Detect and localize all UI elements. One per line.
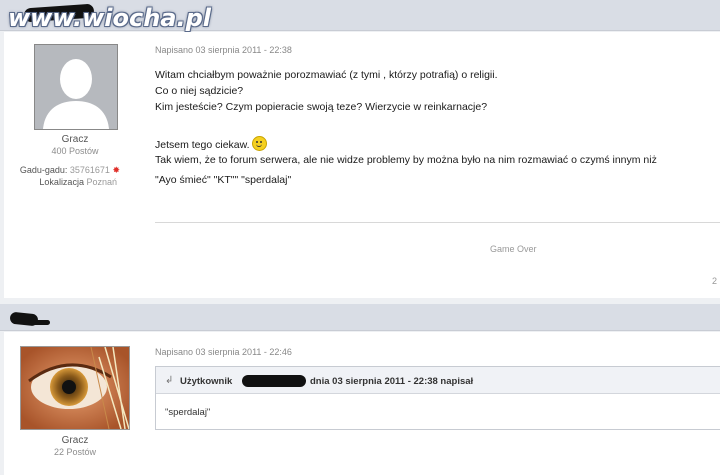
censored-username-scribble bbox=[242, 375, 306, 387]
gadu-label: Gadu-gadu: bbox=[19, 165, 68, 175]
gadu-gadu-info: Gadu-gadu: 35761671 ✸ bbox=[4, 165, 120, 176]
edge-mark: 2 bbox=[712, 276, 718, 286]
eye-image bbox=[21, 347, 129, 429]
post-text-line-with-smiley: Jetsem tego ciekaw. bbox=[155, 136, 268, 153]
location-info: Lokalizacja Poznań bbox=[4, 177, 117, 187]
post-text-line: Kim jesteście? Czym popieracie swoją tez… bbox=[155, 101, 488, 113]
location-label: Lokalizacja bbox=[39, 177, 84, 187]
online-status-icon: ✸ bbox=[112, 165, 120, 175]
smiley-icon bbox=[252, 136, 268, 151]
post-text-line: Co o niej sądzicie? bbox=[155, 85, 244, 97]
quote-meta: dnia 03 sierpnia 2011 - 22:38 napisał bbox=[310, 376, 474, 387]
post-count: 400 Postów bbox=[51, 146, 99, 156]
post-text-line: Tak wiem, że to forum serwera, ale nie w… bbox=[155, 154, 657, 166]
quote-text: "sperdalaj" bbox=[165, 407, 211, 418]
post-count: 22 Postów bbox=[53, 447, 97, 457]
location-value: Poznań bbox=[86, 177, 117, 187]
gadu-value: 35761671 bbox=[69, 165, 110, 175]
quote-user-label: Użytkownik bbox=[180, 376, 233, 387]
post-text-line: "Ayo śmieć" "KT"" "sperdalaj" bbox=[155, 174, 292, 186]
avatar[interactable] bbox=[20, 346, 130, 430]
post-date: Napisano 03 sierpnia 2011 - 22:38 bbox=[155, 45, 292, 55]
author-name[interactable]: Gracz bbox=[34, 435, 116, 446]
signature-divider bbox=[155, 222, 720, 223]
quote-arrow-icon[interactable]: ↲ bbox=[165, 375, 173, 386]
post-date: Napisano 03 sierpnia 2011 - 22:46 bbox=[155, 347, 292, 357]
signature: Game Over bbox=[490, 244, 537, 254]
user-silhouette-icon bbox=[35, 45, 117, 129]
watermark-logo: www.wiocha.pl bbox=[8, 4, 212, 32]
censored-username-scribble bbox=[30, 320, 50, 325]
avatar[interactable] bbox=[34, 44, 118, 130]
author-name[interactable]: Gracz bbox=[34, 134, 116, 145]
post-header-bar bbox=[0, 304, 720, 331]
post-text: Jetsem tego ciekaw. bbox=[155, 139, 250, 151]
post-text-line: Witam chciałbym poważnie porozmawiać (z … bbox=[155, 69, 498, 81]
